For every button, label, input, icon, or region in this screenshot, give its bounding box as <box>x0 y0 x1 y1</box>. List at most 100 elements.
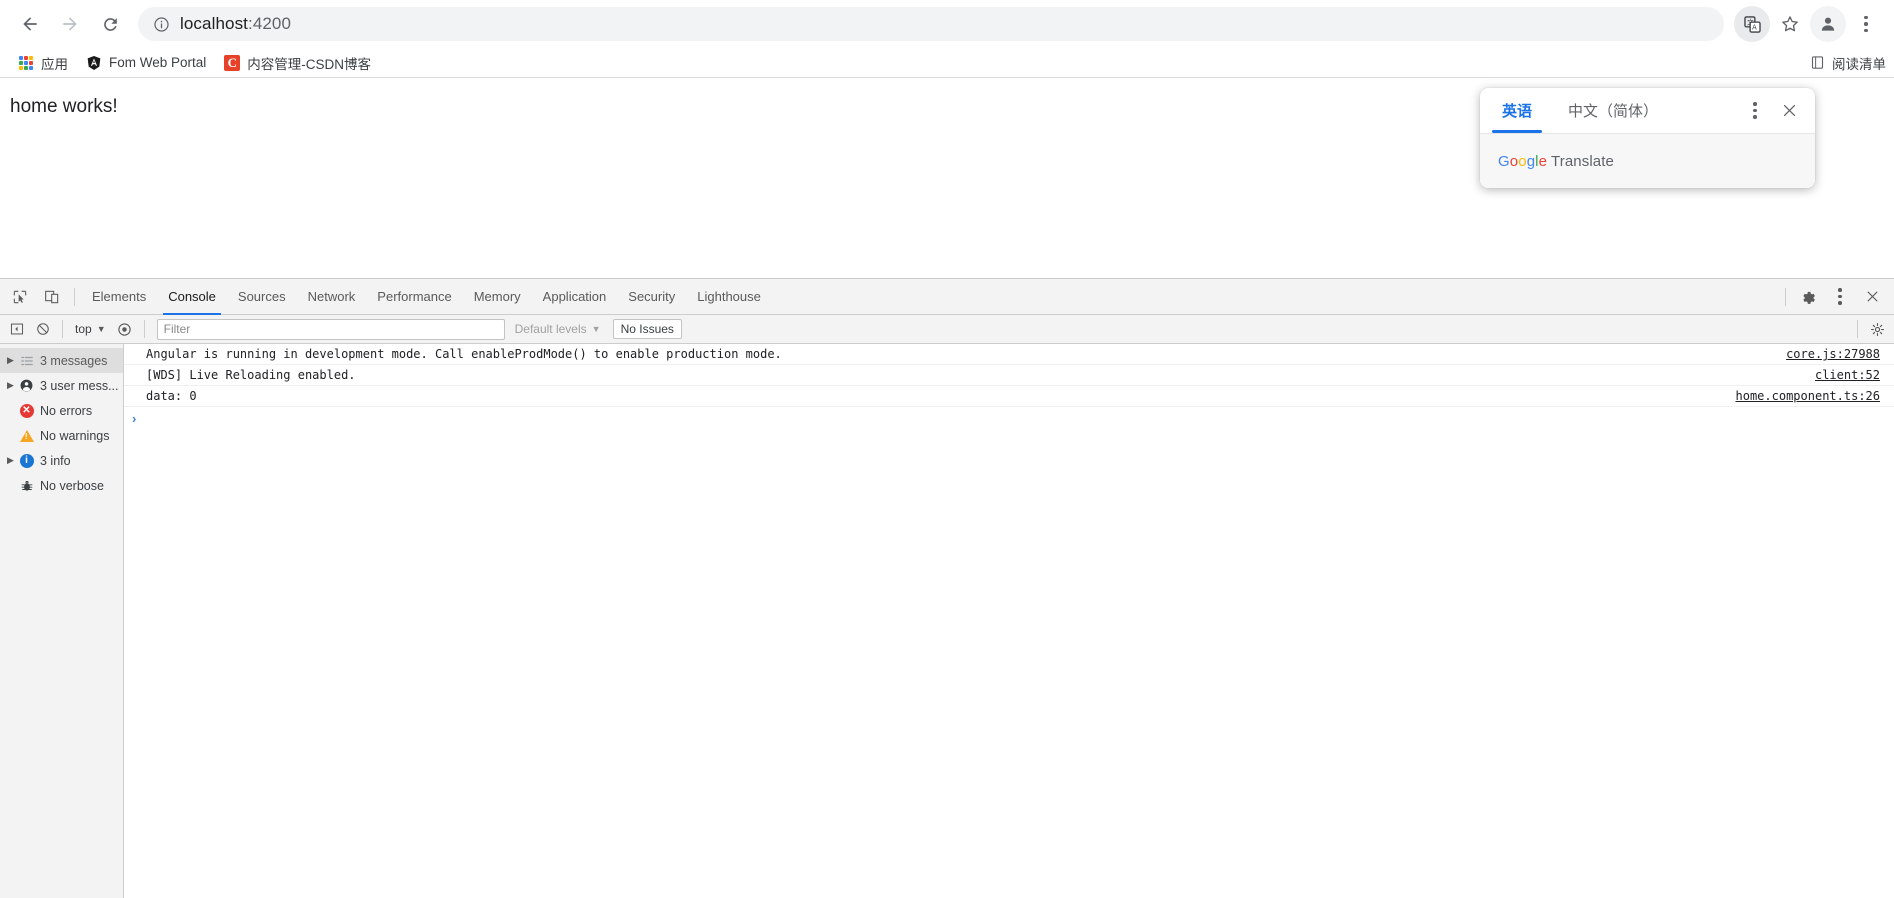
inspect-element-icon <box>13 290 27 303</box>
translate-more-button[interactable] <box>1739 95 1771 127</box>
devtools-tab-console[interactable]: Console <box>157 279 227 315</box>
console-sidebar-label: 3 info <box>40 453 71 468</box>
console-message-row[interactable]: [WDS] Live Reloading enabled. client:52 <box>124 365 1894 386</box>
google-translate-brand: Google Translate <box>1498 152 1614 170</box>
console-settings-icon <box>1870 322 1884 336</box>
tab-label: Lighthouse <box>697 289 761 304</box>
devtools-tabbar-actions <box>1779 283 1890 311</box>
reload-icon <box>103 17 117 31</box>
toolbar-actions: 文 A <box>1732 6 1884 42</box>
filterbar-divider <box>1857 320 1858 338</box>
console-sidebar-label: No verbose <box>40 478 104 493</box>
log-levels-label: Default levels <box>514 322 587 336</box>
console-message-source-link[interactable]: home.component.ts:26 <box>1736 389 1887 403</box>
issues-button[interactable]: No Issues <box>612 319 682 339</box>
devtools-tabbar: Elements Console Sources Network Perform… <box>0 279 1894 315</box>
devtools-tab-elements[interactable]: Elements <box>81 279 157 315</box>
console-settings-button[interactable] <box>1865 317 1889 341</box>
bookmarks-bar: 应用 Fom Web Portal C 内容管理-CSDN博客 阅读清单 英语 … <box>0 48 1894 188</box>
tab-label: Memory <box>473 289 521 304</box>
inspect-element-button[interactable] <box>6 283 34 311</box>
console-sidebar-item-warnings[interactable]: No warnings <box>0 423 123 448</box>
live-expression-button[interactable] <box>113 317 137 341</box>
console-filter-input[interactable]: Filter <box>156 318 505 340</box>
page-info-icon[interactable] <box>152 15 170 33</box>
translate-close-button[interactable] <box>1773 95 1805 127</box>
translate-popup-body: Google Translate <box>1480 134 1815 188</box>
filterbar-actions <box>1851 317 1890 341</box>
clear-console-button[interactable] <box>31 317 55 341</box>
translate-popup-tabs: 英语 中文（简体） <box>1480 88 1815 134</box>
translate-tab-source[interactable]: 英语 <box>1484 89 1550 133</box>
forward-button[interactable] <box>50 4 90 44</box>
console-message-row[interactable]: Angular is running in development mode. … <box>124 344 1894 365</box>
devtools-tab-application[interactable]: Application <box>532 279 618 315</box>
console-message-text: data: 0 <box>146 389 197 403</box>
console-message-row[interactable]: data: 0 home.component.ts:26 <box>124 386 1894 407</box>
devtools-tab-performance[interactable]: Performance <box>366 279 462 315</box>
back-button[interactable] <box>10 4 50 44</box>
tab-label: Security <box>628 289 676 304</box>
bookmark-label: 内容管理-CSDN博客 <box>247 56 372 72</box>
profile-avatar-icon <box>1821 17 1835 31</box>
device-toolbar-icon <box>45 290 59 303</box>
apps-grid-icon <box>18 55 34 71</box>
prompt-caret-icon: › <box>132 410 137 426</box>
log-levels-selector[interactable]: Default levels ▼ <box>515 322 601 336</box>
reading-list-label: 阅读清单 <box>1832 56 1886 72</box>
console-sidebar-item-verbose[interactable]: No verbose <box>0 473 123 498</box>
reading-list-button[interactable]: 阅读清单 <box>1809 53 1886 73</box>
console-sidebar: ▶ 3 messages ▶ 3 user mess... ✕ No error… <box>0 344 124 898</box>
chevron-right-icon[interactable]: ▶ <box>4 455 17 466</box>
device-toolbar-button[interactable] <box>38 283 66 311</box>
toolbar-divider <box>74 287 75 306</box>
bookmark-csdn[interactable]: C 内容管理-CSDN博客 <box>216 51 379 75</box>
console-message-source-link[interactable]: client:52 <box>1815 368 1886 382</box>
translate-tab-target[interactable]: 中文（简体） <box>1550 89 1676 133</box>
devtools-tab-memory[interactable]: Memory <box>463 279 532 315</box>
console-body: ▶ 3 messages ▶ 3 user mess... ✕ No error… <box>0 344 1894 898</box>
chevron-right-icon[interactable]: ▶ <box>4 380 17 391</box>
translate-icon: 文 A <box>1743 15 1761 33</box>
url-port: :4200 <box>248 14 292 33</box>
tab-label: Sources <box>237 289 286 304</box>
profile-button[interactable] <box>1810 6 1846 42</box>
devtools-tab-lighthouse[interactable]: Lighthouse <box>686 279 772 315</box>
console-sidebar-toggle-button[interactable] <box>5 317 29 341</box>
console-sidebar-item-errors[interactable]: ✕ No errors <box>0 398 123 423</box>
reload-button[interactable] <box>90 4 130 44</box>
console-sidebar-item-info[interactable]: ▶ i 3 info <box>0 448 123 473</box>
bookmark-apps[interactable]: 应用 <box>10 51 76 75</box>
console-sidebar-item-messages[interactable]: ▶ 3 messages <box>0 348 123 373</box>
devtools-tab-network[interactable]: Network <box>297 279 367 315</box>
console-sidebar-label: 3 messages <box>40 353 108 368</box>
console-message-source-link[interactable]: core.js:27988 <box>1786 347 1886 361</box>
address-bar[interactable]: localhost:4200 <box>138 7 1724 41</box>
console-prompt[interactable]: › <box>124 407 1894 429</box>
console-sidebar-item-user-messages[interactable]: ▶ 3 user mess... <box>0 373 123 398</box>
url-text: localhost:4200 <box>180 14 291 34</box>
devtools-close-icon <box>1867 291 1877 302</box>
warning-icon <box>17 429 36 442</box>
angular-logo-icon <box>86 55 102 71</box>
chevron-right-icon[interactable]: ▶ <box>4 355 17 366</box>
devtools-tab-sources[interactable]: Sources <box>227 279 297 315</box>
console-message-list[interactable]: Angular is running in development mode. … <box>124 344 1894 898</box>
back-arrow-icon <box>23 17 37 31</box>
filterbar-divider <box>143 320 145 338</box>
translate-button[interactable]: 文 A <box>1734 6 1770 42</box>
tab-label: Application <box>542 289 607 304</box>
devtools-close-button[interactable] <box>1858 283 1886 311</box>
bookmark-star-icon <box>1782 16 1798 32</box>
devtools-more-button[interactable] <box>1826 283 1854 311</box>
bookmark-star-button[interactable] <box>1772 6 1808 42</box>
bookmark-fom-web-portal[interactable]: Fom Web Portal <box>78 51 214 75</box>
chrome-menu-button[interactable] <box>1848 6 1884 42</box>
forward-arrow-icon <box>63 17 77 31</box>
console-filter-placeholder: Filter <box>163 322 191 336</box>
devtools-tab-security[interactable]: Security <box>617 279 686 315</box>
execution-context-selector[interactable]: top ▼ <box>69 319 112 340</box>
devtools-settings-button[interactable] <box>1794 283 1822 311</box>
console-sidebar-toggle-icon <box>10 323 24 335</box>
console-sidebar-label: 3 user mess... <box>40 378 119 393</box>
